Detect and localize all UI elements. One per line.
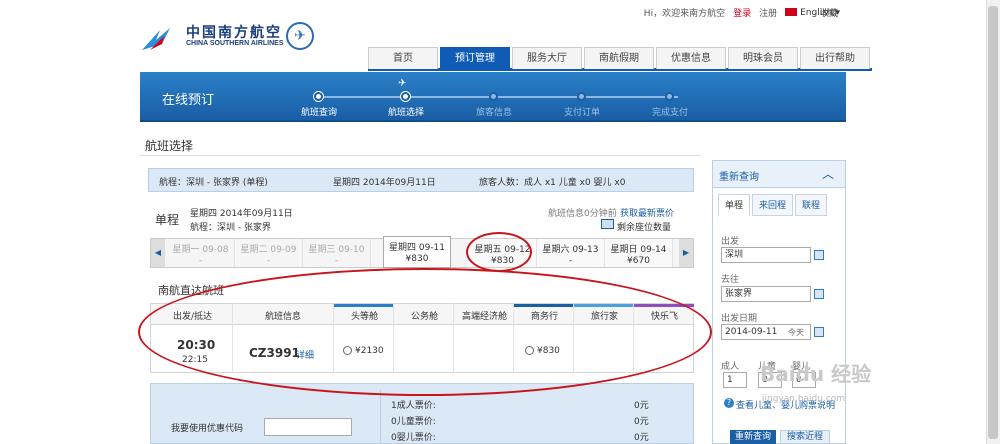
- adult-select[interactable]: 1: [723, 372, 747, 388]
- date-selector: ◀ 星期一 09-08- 星期二 09-09- 星期三 09-10- 星期四 0…: [150, 236, 694, 268]
- recent-search-button[interactable]: 搜索近程: [780, 430, 830, 444]
- prev-week-arrow-icon[interactable]: ◀: [151, 239, 165, 267]
- step-label: 支付订单: [563, 108, 600, 118]
- city-picker-icon[interactable]: [814, 250, 824, 260]
- step-dot: [665, 92, 674, 101]
- nav-help[interactable]: 出行帮助: [800, 47, 870, 69]
- step-label: 航班查询: [300, 108, 337, 118]
- scrollbar-thumb[interactable]: [988, 6, 998, 439]
- plane-icon: ✈: [398, 78, 407, 89]
- date-price: -: [334, 256, 339, 266]
- step-label: 完成支付: [651, 108, 688, 118]
- baidu-watermark: Baidu 经验: [760, 362, 872, 386]
- date-label: 星期三 09-10: [308, 245, 365, 255]
- promo-code-input[interactable]: [264, 418, 352, 436]
- adult-fare-label: 1成人票价:: [391, 401, 436, 411]
- brand-name-en: CHINA SOUTHERN AIRLINES: [186, 40, 284, 47]
- step-label: 旅客信息: [475, 108, 512, 118]
- date-label: 星期日 09-14: [610, 245, 667, 255]
- adult-fare-value: 0元: [634, 401, 649, 411]
- from-label: 出发: [721, 237, 740, 247]
- register-link[interactable]: 注册: [759, 6, 777, 19]
- child-fare-label: 0儿童票价:: [391, 417, 436, 427]
- calendar-icon[interactable]: [814, 327, 824, 337]
- step-dot: [401, 92, 410, 101]
- welcome-text: Hi，欢迎来南方航空: [643, 9, 726, 19]
- route-text: 航程：深圳 - 张家界 (单程): [159, 178, 268, 188]
- seat-map-icon: [601, 219, 614, 229]
- nav-holiday[interactable]: 南航假期: [584, 47, 654, 69]
- login-link[interactable]: 登录: [733, 6, 751, 19]
- date-label: 星期二 09-09: [240, 245, 297, 255]
- date-option[interactable]: 星期六 09-13-: [537, 239, 605, 267]
- child-fare-value: 0元: [634, 417, 649, 427]
- step-label: 航班选择: [387, 108, 424, 118]
- main-nav: 首页 预订管理 服务大厅 南航假期 优惠信息 明珠会员 出行帮助: [368, 47, 872, 71]
- adult-label: 成人: [721, 362, 740, 372]
- tab-multi-city[interactable]: 联程: [795, 194, 828, 216]
- search-panel-title: 重新查询: [719, 172, 759, 183]
- date-label: 星期四 09-11: [388, 243, 445, 253]
- help-icon: ?: [724, 398, 734, 408]
- promo-code-label: 我要使用优惠代码: [171, 424, 244, 434]
- date-option: 星期三 09-10-: [303, 239, 371, 267]
- trip-type-label: 单程: [155, 213, 180, 227]
- trip-date: 星期四 2014年09月11日: [190, 209, 293, 219]
- passenger-count: 旅客人数：成人 x1 儿童 x0 婴儿 x0: [479, 178, 626, 188]
- date-option-selected[interactable]: 星期四 09-11 ¥830: [383, 236, 451, 268]
- search-again-button[interactable]: 重新查询: [730, 430, 776, 444]
- date-option: 星期一 09-08-: [167, 239, 235, 267]
- top-links: Hi，欢迎来南方航空 登录 注册 English ▾: [643, 6, 840, 20]
- date-label: 星期六 09-13: [542, 245, 599, 255]
- infant-fare-label: 0婴儿票价:: [391, 433, 436, 443]
- china-flag-icon: [785, 8, 798, 16]
- next-week-arrow-icon[interactable]: ▶: [679, 239, 693, 267]
- today-hint: 今天: [788, 328, 804, 337]
- brand-name-cn: 中国南方航空: [186, 25, 282, 41]
- divider: [140, 155, 700, 156]
- fare-divider: [380, 390, 381, 444]
- infant-fare-value: 0元: [634, 433, 649, 443]
- refresh-fares-link[interactable]: 获取最新票价: [620, 206, 674, 219]
- kapok-logo-icon: [142, 28, 170, 50]
- tab-round-trip[interactable]: 来回程: [752, 194, 794, 216]
- date-price: ¥830: [405, 254, 429, 264]
- to-input[interactable]: 张家界: [721, 286, 811, 302]
- nav-offers[interactable]: 优惠信息: [656, 47, 726, 69]
- date-price: -: [198, 256, 203, 266]
- progress-line: [318, 96, 678, 98]
- favorite-link[interactable]: 收藏: [820, 6, 838, 19]
- nav-booking[interactable]: 预订管理: [440, 47, 510, 69]
- step-dot: [577, 92, 586, 101]
- to-label: 去往: [721, 275, 740, 285]
- date-price: -: [266, 256, 271, 266]
- date-label: 出发日期: [721, 314, 758, 324]
- date-option: 星期二 09-09-: [235, 239, 303, 267]
- city-picker-icon[interactable]: [814, 289, 824, 299]
- annotation-ellipse: [466, 232, 532, 272]
- trip-route: 航程：深圳 - 张家界: [190, 223, 271, 233]
- nav-member[interactable]: 明珠会员: [728, 47, 798, 69]
- watermark-url: jingyan.baidu.com: [762, 394, 846, 404]
- tab-one-way[interactable]: 单程: [718, 194, 751, 216]
- page-title: 航班选择: [145, 139, 194, 153]
- annotation-ellipse: [138, 268, 712, 396]
- nav-service[interactable]: 服务大厅: [512, 47, 582, 69]
- date-price: -: [568, 256, 573, 266]
- date-option[interactable]: 星期日 09-14 ¥670: [605, 239, 673, 267]
- banner-title: 在线预订: [162, 93, 215, 108]
- nav-home[interactable]: 首页: [368, 47, 438, 69]
- from-input[interactable]: 深圳: [721, 247, 811, 263]
- collapse-chevron-icon[interactable]: ︿: [822, 165, 834, 182]
- remaining-seats-link[interactable]: 剩余座位数量: [617, 220, 671, 233]
- step-dot: [314, 92, 323, 101]
- update-info: 航班信息0分钟前: [548, 209, 617, 219]
- step-dot: [489, 92, 498, 101]
- route-summary-bar: 航程：深圳 - 张家界 (单程) 星期四 2014年09月11日 旅客人数：成人…: [148, 168, 694, 192]
- sky-team-emblem-icon: ✈: [286, 22, 314, 50]
- date-label: 星期一 09-08: [172, 245, 229, 255]
- date-price: ¥670: [627, 256, 650, 266]
- route-date: 星期四 2014年09月11日: [333, 178, 436, 188]
- trip-type-tabs: 单程 来回程 联程: [718, 194, 829, 216]
